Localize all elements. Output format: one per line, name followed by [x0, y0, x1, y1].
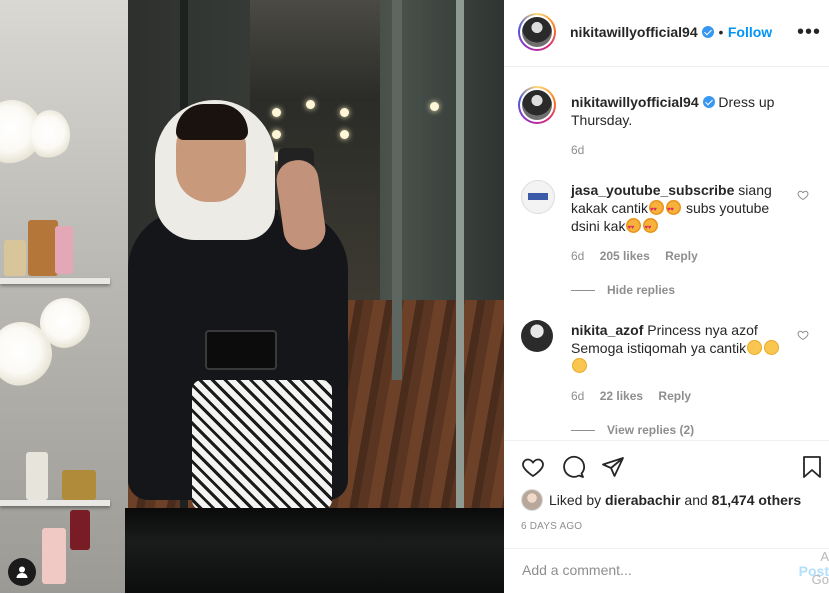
likes-count[interactable]: 81,474 others [712, 492, 802, 508]
photo-table [125, 508, 504, 593]
comment-bubble-icon[interactable] [561, 455, 585, 479]
liker-username[interactable]: dierabachir [605, 492, 680, 508]
photo-bulb [30, 110, 70, 160]
hide-replies-button[interactable]: Hide replies [571, 283, 687, 297]
author-avatar-image [522, 17, 552, 47]
thread-line [571, 290, 595, 292]
photo-shelf [0, 500, 110, 506]
comment-age[interactable]: 6d [571, 389, 584, 403]
photo-person-pants [192, 380, 332, 510]
commenter-avatar[interactable] [521, 320, 553, 352]
commenter-username[interactable]: nikita_azof [571, 322, 643, 338]
photo-belt [205, 330, 277, 370]
comment-age[interactable]: 6d [571, 249, 584, 263]
heart-eyes-emoji-icon [649, 200, 665, 219]
tagged-user-icon[interactable] [8, 558, 36, 586]
reply-button[interactable]: Reply [658, 389, 691, 403]
heart-eyes-emoji-icon [643, 218, 659, 237]
author-username[interactable]: nikitawillyofficial94 [570, 24, 698, 40]
view-replies-label: View replies (2) [607, 423, 695, 437]
post-date[interactable]: 6 DAYS AGO [521, 521, 582, 532]
photo-mirror-frame [456, 0, 464, 510]
share-plane-icon[interactable] [601, 455, 625, 479]
smiling-emoji-icon [572, 358, 587, 373]
caption-avatar[interactable] [518, 86, 556, 124]
caption-avatar-image [522, 90, 552, 120]
add-comment-bar: Post [504, 548, 829, 594]
comment-like-heart-icon[interactable] [797, 329, 809, 341]
reply-button[interactable]: Reply [665, 249, 698, 263]
add-comment-input[interactable] [520, 561, 784, 579]
follow-button[interactable]: Follow [728, 24, 772, 40]
photo-hair [176, 104, 248, 140]
photo-bulb [272, 130, 281, 139]
edge-text-fragment: Go [811, 572, 829, 587]
verified-badge-icon [702, 26, 715, 38]
header-separator: • [718, 24, 724, 40]
photo-bulb [430, 102, 439, 111]
photo-bulb [40, 298, 90, 348]
photo-bulb [272, 108, 281, 117]
like-heart-icon[interactable] [521, 455, 545, 479]
hide-replies-label: Hide replies [607, 283, 676, 297]
photo-perfume [28, 220, 58, 276]
verified-badge-icon [702, 96, 715, 108]
smiling-emoji-icon [747, 340, 763, 355]
save-bookmark-icon[interactable] [801, 455, 823, 479]
comment-likes[interactable]: 22 likes [600, 389, 643, 403]
heart-eyes-emoji-icon [626, 218, 642, 237]
heart-eyes-emoji-icon [666, 200, 682, 219]
liker-avatar[interactable] [521, 489, 543, 511]
photo-perfume [62, 470, 96, 500]
comment-likes[interactable]: 205 likes [600, 249, 650, 263]
more-options-icon[interactable]: ••• [797, 22, 821, 42]
post-header: nikitawillyofficial94 • Follow ••• [504, 0, 829, 67]
post-photo[interactable] [0, 0, 504, 593]
post-actions: Liked by dierabachir and 81,474 others 6… [504, 440, 829, 551]
smiling-emoji-icon [764, 340, 780, 355]
photo-shelf [0, 278, 110, 284]
author-avatar[interactable] [518, 13, 556, 51]
commenter-avatar[interactable] [521, 180, 555, 214]
liked-by-and: and [684, 492, 708, 508]
photo-perfume [26, 452, 48, 500]
photo-bulb [340, 130, 349, 139]
liked-by-prefix: Liked by [549, 492, 602, 508]
thread-line [571, 430, 595, 432]
photo-perfume [4, 240, 26, 276]
photo-mirror-frame [392, 0, 402, 380]
photo-bulb [340, 108, 349, 117]
edge-text-fragment: A [820, 549, 829, 564]
post-sidebar: nikitawillyofficial94 • Follow ••• nikit… [504, 0, 829, 593]
photo-perfume [70, 510, 90, 550]
comment-like-heart-icon[interactable] [797, 189, 809, 201]
photo-bulb [306, 100, 315, 109]
caption-age[interactable]: 6d [571, 143, 584, 157]
commenter-avatar-image [528, 193, 548, 200]
photo-perfume [42, 528, 66, 584]
commenter-username[interactable]: jasa_youtube_subscribe [571, 182, 734, 198]
caption-username[interactable]: nikitawillyofficial94 [571, 94, 699, 110]
photo-perfume [55, 226, 73, 274]
view-replies-button[interactable]: View replies (2) [571, 423, 706, 437]
